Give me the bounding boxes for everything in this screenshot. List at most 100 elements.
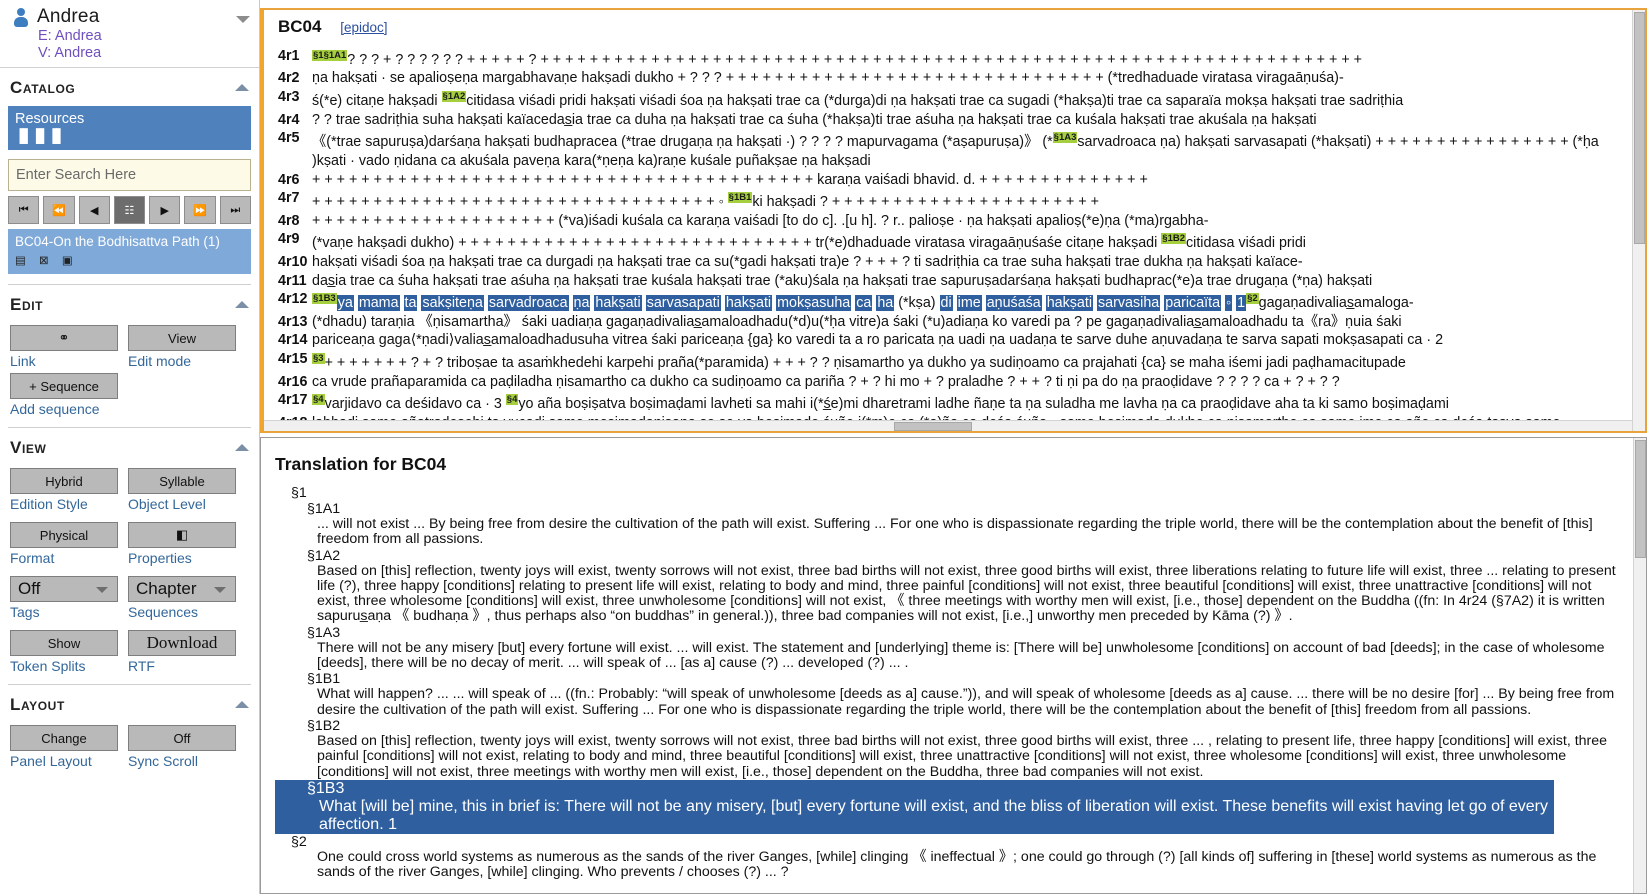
transliteration-line[interactable]: 4r3 ś(*e) citaṇe hakṣadi §1A2citidasa viś… bbox=[278, 88, 1645, 110]
chevron-down-icon[interactable] bbox=[236, 16, 250, 23]
token-selected[interactable]: mokṣasuha bbox=[776, 295, 852, 312]
section-marker[interactable]: §1B3 bbox=[312, 293, 337, 305]
section-heading[interactable]: §1B2 bbox=[307, 718, 1616, 734]
token-selected[interactable]: sarvasiha bbox=[1097, 295, 1161, 312]
token[interactable]: (*kṣa) bbox=[898, 295, 935, 311]
token-splits-button[interactable]: Show bbox=[10, 630, 118, 656]
transliteration-line[interactable]: 4r17 §4varjidavo ca deśidavo ca · 3 §4yo … bbox=[278, 391, 1645, 413]
token-selected[interactable]: paricaïta bbox=[1164, 295, 1222, 312]
transliteration-line[interactable]: 4r7 + + + + + + + + + + + + + + + + + + +… bbox=[278, 189, 1645, 211]
translation-paragraph[interactable]: Based on [this] reflection, twenty joys … bbox=[317, 563, 1616, 625]
section-heading-selected[interactable]: §1B3 bbox=[303, 779, 1554, 798]
previous-button[interactable]: ◀ bbox=[78, 196, 110, 224]
transliteration-line[interactable]: 4r16 ca vrude prañaparamida ca paḍiladha … bbox=[278, 373, 1645, 392]
section-heading[interactable]: §1A1 bbox=[307, 501, 1616, 517]
section-marker[interactable]: §4 bbox=[505, 394, 519, 406]
next-button[interactable]: ▶ bbox=[149, 196, 181, 224]
token-selected[interactable]: sakṣiteṇa bbox=[421, 295, 484, 312]
token-selected[interactable]: ime bbox=[956, 295, 982, 312]
token-selected[interactable]: 1 bbox=[1236, 295, 1247, 312]
transliteration-line[interactable]: 4r1 §1§1A1? ? ? + ? ? ? ? ? ? + + + + + ?… bbox=[278, 47, 1645, 69]
translation-paragraph[interactable]: What will happen? ... ... will speak of … bbox=[317, 687, 1616, 718]
token-selected[interactable]: ya bbox=[336, 295, 354, 312]
section-marker[interactable]: §1§1A1 bbox=[312, 50, 348, 61]
resources-banner[interactable]: Resources ▐▌▐▌▐▌ bbox=[8, 106, 251, 150]
transliteration-line[interactable]: 4r10 hakṣati viśadi śoa ṇa hakṣati trae c… bbox=[278, 253, 1645, 272]
translation-paragraph-selected[interactable]: What [will be] mine, this in brief is: T… bbox=[303, 797, 1554, 834]
section-heading[interactable]: §1A2 bbox=[307, 548, 1616, 564]
properties-button[interactable]: ◧ bbox=[128, 522, 236, 548]
token-selected[interactable]: di bbox=[939, 295, 953, 312]
collapse-caret-icon[interactable] bbox=[235, 444, 249, 451]
collapse-caret-icon[interactable] bbox=[235, 84, 249, 91]
transliteration-line[interactable]: 4r9 (*vaṇe hakṣadi dukho) + + + + + + + +… bbox=[278, 230, 1645, 252]
section-marker[interactable]: §1A3 bbox=[1052, 132, 1078, 144]
sequences-select[interactable]: Chapter bbox=[128, 576, 236, 602]
sync-scroll-button[interactable]: Off bbox=[128, 725, 236, 751]
transliteration-line[interactable]: 4r19§5ya ti ṇa praoḍidave · 4 §5khaḍaeṇa… bbox=[278, 432, 1645, 433]
section-marker[interactable]: §1B1 bbox=[727, 192, 753, 204]
transliteration-line[interactable]: 4r14 pariceaṇa gaga⟨*ṇadi⟩valias̲amaloadh… bbox=[278, 331, 1645, 350]
epidoc-link[interactable]: [epidoc] bbox=[340, 20, 387, 35]
token-selected[interactable]: ◦ bbox=[1225, 295, 1233, 312]
token-selected[interactable]: ha bbox=[876, 295, 895, 312]
transliteration-line[interactable]: 4r5 《(*trae sapuruṣa)darśaṇa hakṣati budh… bbox=[278, 129, 1645, 151]
translation-paragraph[interactable]: Based on [this] reflection, twenty joys … bbox=[317, 733, 1616, 780]
edition-style-button[interactable]: Hybrid bbox=[10, 468, 118, 494]
token-selected[interactable]: ṇa bbox=[572, 295, 591, 312]
scroll-thumb[interactable] bbox=[1634, 12, 1645, 244]
object-level-button[interactable]: Syllable bbox=[128, 468, 236, 494]
selected-document-item[interactable]: BC04-On the Bodhisattva Path (1) ▤ ⊠ ▣ bbox=[8, 229, 251, 274]
transliteration-line[interactable]: 4r4 ? ? trae sadriṭhia suha hakṣati kaïac… bbox=[278, 111, 1645, 130]
fast-backward-button[interactable]: ⏪ bbox=[43, 196, 75, 224]
add-sequence-button[interactable]: + Sequence bbox=[10, 373, 118, 399]
translation-paragraph[interactable]: There will not be any misery [but] every… bbox=[317, 640, 1616, 672]
transliteration-line[interactable]: 4r8 + + + + + + + + + + + + + + + + + + +… bbox=[278, 212, 1645, 231]
translation-vertical-scrollbar[interactable] bbox=[1633, 438, 1646, 893]
link-button[interactable]: ⚭ bbox=[10, 325, 118, 351]
transliteration-line[interactable]: 4r2 ṇa hakṣati · se apalioṣeṇa margabhava… bbox=[278, 69, 1645, 88]
translation-paragraph[interactable]: One could cross world systems as numerou… bbox=[317, 849, 1616, 881]
section-heading[interactable]: §2 bbox=[291, 834, 1616, 850]
section-marker[interactable]: §1A2 bbox=[441, 91, 467, 103]
scroll-thumb[interactable] bbox=[1635, 440, 1646, 558]
panel-layout-button[interactable]: Change bbox=[10, 725, 118, 751]
transliteration-line[interactable]: 4r13 (*dhadu) taraṇia 《ṇisamartha》 śaki u… bbox=[278, 313, 1645, 332]
first-button[interactable]: ⏮ bbox=[8, 196, 40, 224]
text-panel-vertical-scrollbar[interactable] bbox=[1632, 10, 1645, 431]
section-marker[interactable]: §2 bbox=[1246, 293, 1259, 305]
scroll-thumb[interactable] bbox=[894, 422, 972, 431]
list-view-button[interactable]: ☷ bbox=[113, 196, 146, 224]
highlighted-section[interactable]: §1B3 What [will be] mine, this in brief i… bbox=[275, 779, 1554, 834]
download-rtf-button[interactable]: Download bbox=[128, 630, 236, 656]
text-panel-horizontal-scrollbar[interactable] bbox=[264, 420, 1632, 431]
section-heading[interactable]: §1B1 bbox=[307, 671, 1616, 687]
token-selected[interactable]: ta bbox=[403, 295, 418, 312]
token-selected[interactable]: ca bbox=[855, 295, 873, 312]
collapse-caret-icon[interactable] bbox=[235, 701, 249, 708]
format-button[interactable]: Physical bbox=[10, 522, 118, 548]
token-selected[interactable]: hakṣati bbox=[1045, 295, 1094, 312]
transliteration-line[interactable]: 4r12 §1B3 ya mama ta sakṣiteṇa sarvadroaca… bbox=[278, 290, 1645, 312]
transliteration-line[interactable]: )kṣati · vado ṇidana ca akuśala paveṇa k… bbox=[278, 152, 1645, 171]
token-selected[interactable]: sarvadroaca bbox=[487, 295, 569, 312]
section-marker[interactable]: §3 bbox=[312, 353, 325, 365]
collapse-caret-icon[interactable] bbox=[235, 301, 249, 308]
section-marker[interactable]: §4 bbox=[312, 394, 325, 406]
edit-mode-button[interactable]: View bbox=[128, 325, 236, 351]
transliteration-line[interactable]: 4r15 §3+ + + + + + + ? + ? triboṣae ta as… bbox=[278, 350, 1645, 372]
token-selected[interactable]: hakṣati bbox=[594, 295, 642, 312]
section-heading[interactable]: §1A3 bbox=[307, 625, 1616, 641]
tags-select[interactable]: Off bbox=[10, 576, 118, 602]
token-selected[interactable]: hakṣati bbox=[724, 295, 773, 312]
token-selected[interactable]: sarvasapati bbox=[645, 295, 721, 312]
section-heading[interactable]: §1 bbox=[291, 485, 1616, 501]
token-selected[interactable]: mama bbox=[357, 295, 400, 312]
token-selected[interactable]: aṇuśaśa bbox=[985, 295, 1042, 312]
transliteration-line[interactable]: 4r11 das̲ia trae ca śuha hakṣati trae aśu… bbox=[278, 272, 1645, 291]
document-action-icons[interactable]: ▤ ⊠ ▣ bbox=[15, 253, 244, 269]
transliteration-line[interactable]: 4r6 + + + + + + + + + + + + + + + + + + +… bbox=[278, 171, 1645, 190]
search-input[interactable]: Enter Search Here bbox=[8, 159, 251, 191]
fast-forward-button[interactable]: ⏩ bbox=[184, 196, 216, 224]
last-button[interactable]: ⏭ bbox=[219, 196, 251, 224]
